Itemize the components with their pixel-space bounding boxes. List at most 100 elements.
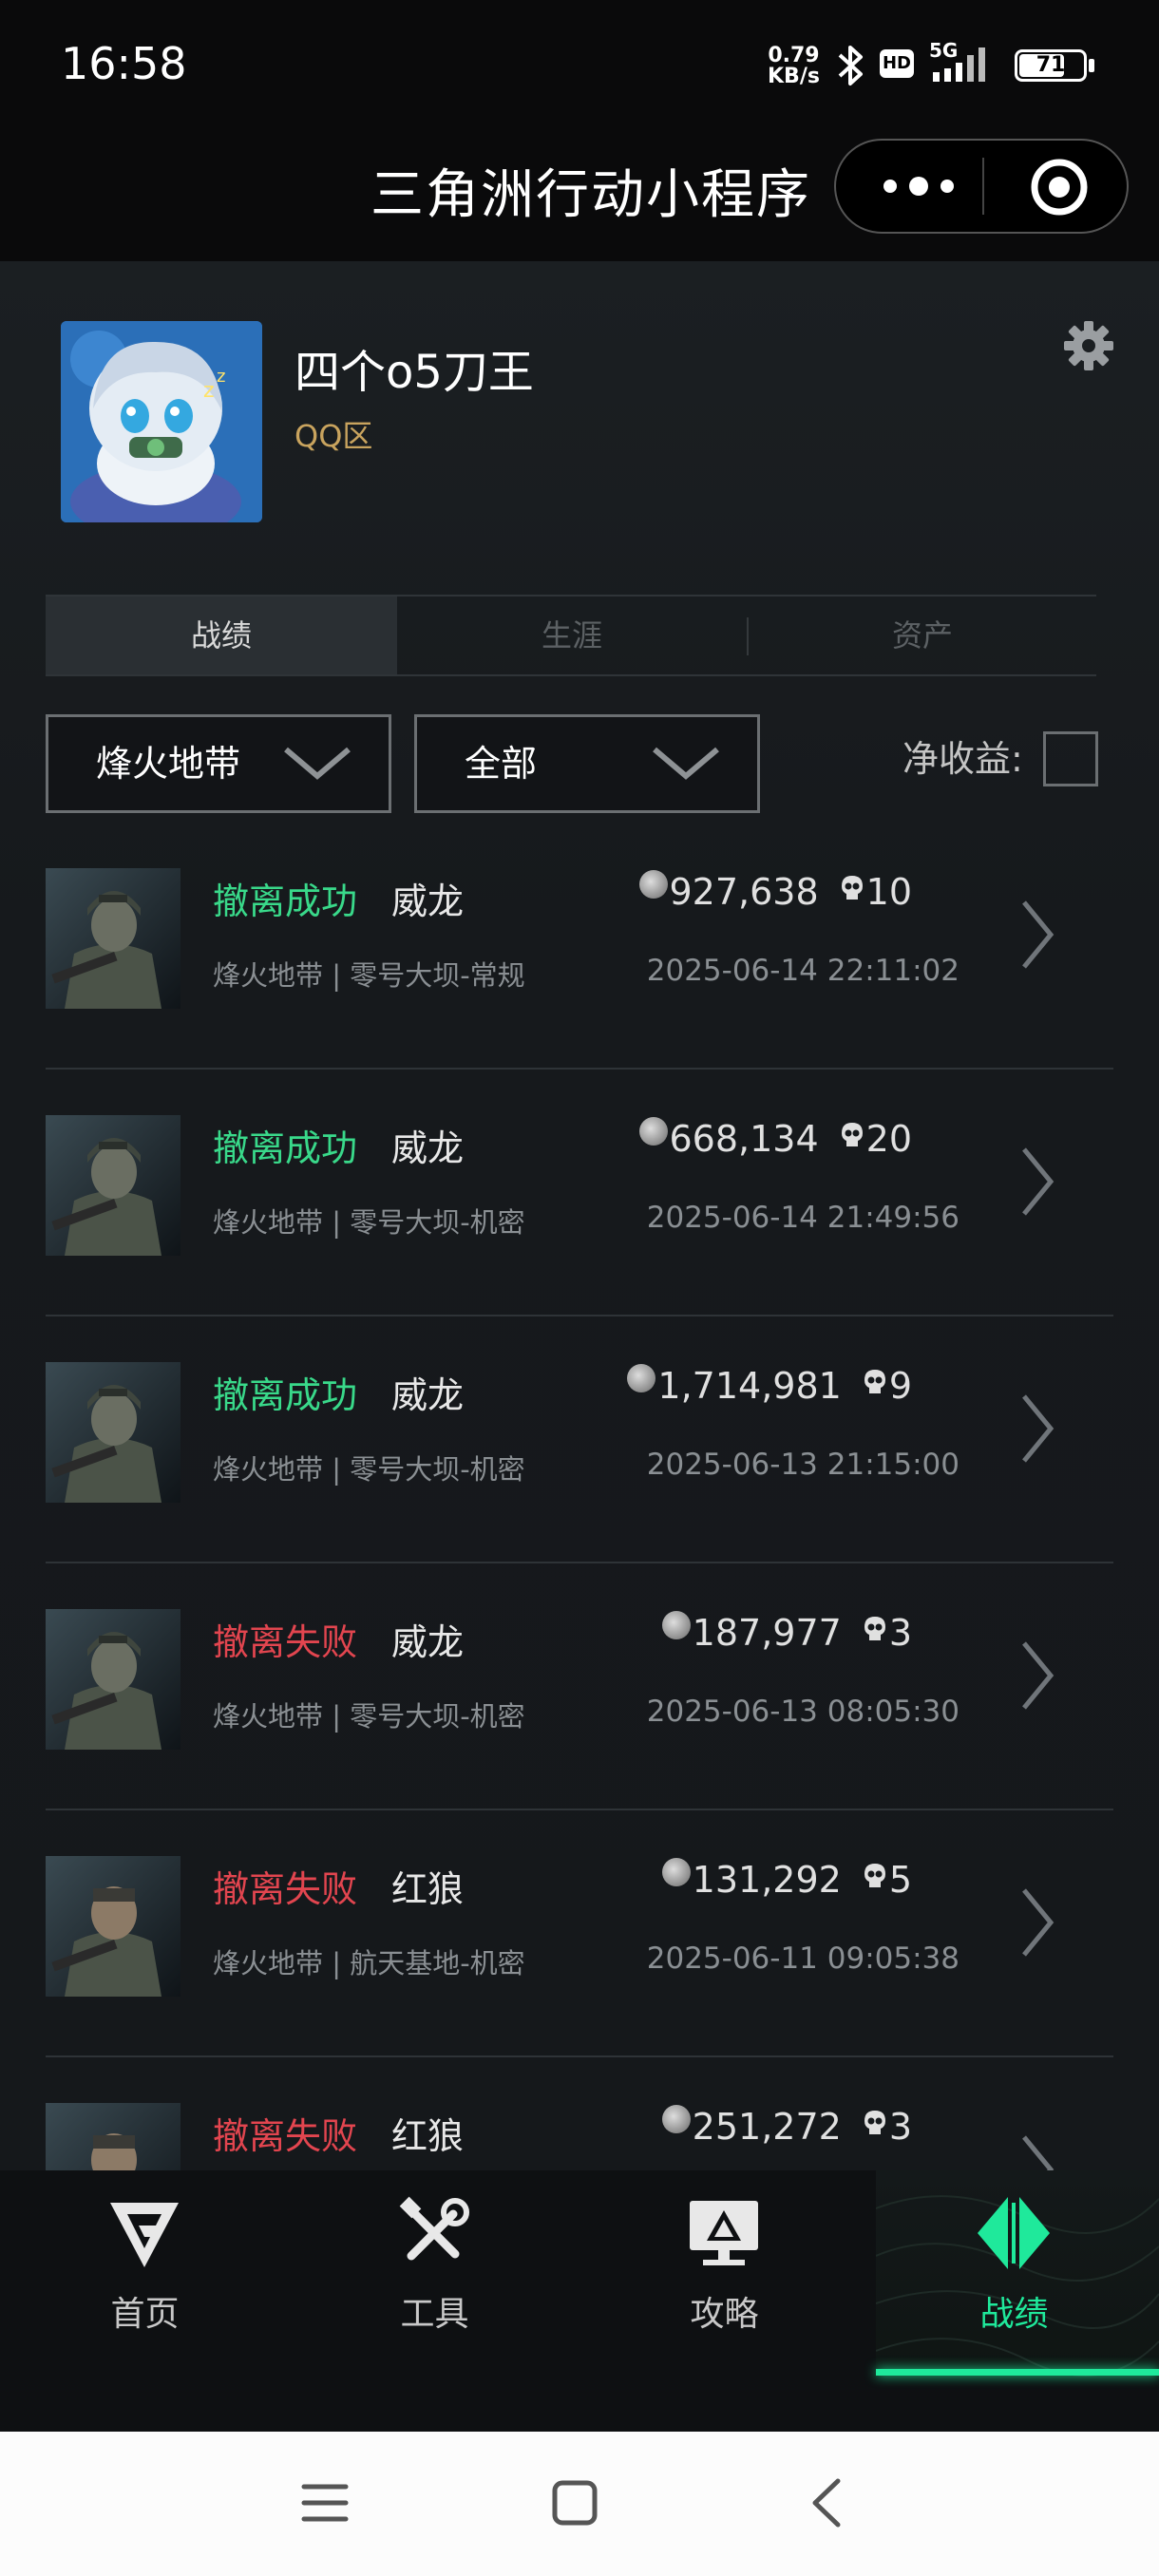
record-datetime: 2025-06-14 21:49:56 <box>646 1201 960 1235</box>
scope-dropdown[interactable]: 全部 <box>414 714 760 813</box>
operator-name: 红狼 <box>391 1868 465 1910</box>
net-income-checkbox[interactable] <box>1043 731 1098 786</box>
skull-icon <box>864 1864 885 1887</box>
operator-name: 威龙 <box>391 1621 465 1663</box>
mode-dropdown-value: 烽火地带 <box>96 743 241 785</box>
record-stats: 251,272 3 <box>661 2105 912 2148</box>
kill-count: 9 <box>888 1365 912 1407</box>
record-stats: 187,977 3 <box>661 1611 912 1654</box>
nav-tools[interactable]: 工具 <box>290 2170 580 2389</box>
chevron-right-icon <box>1022 1888 1054 1957</box>
record-row[interactable]: 撤离成功 威龙烽火地带 | 零号大坝-机密 668,134 20 2025-06-14 … <box>46 1070 1113 1316</box>
tab-career[interactable]: 生涯 <box>397 597 747 674</box>
kill-count: 20 <box>865 1118 912 1160</box>
skull-icon <box>864 2111 885 2134</box>
nav-guide-label: 攻略 <box>690 2295 759 2334</box>
menu-icon[interactable] <box>300 2479 350 2527</box>
nav-guide[interactable]: 攻略 <box>580 2170 869 2389</box>
record-datetime: 2025-06-14 22:11:02 <box>646 954 960 988</box>
target-close-icon[interactable] <box>1028 156 1091 218</box>
record-stats: 131,292 5 <box>661 1858 912 1901</box>
nav-active-underline <box>876 2369 1159 2376</box>
record-row[interactable]: 撤离失败 红狼烽火地带 | 航天基地-机密 131,292 5 2025-06-11 0… <box>46 1810 1113 2057</box>
chevron-right-icon <box>1022 1147 1054 1216</box>
skull-icon <box>841 1123 863 1146</box>
record-datetime: 2025-06-13 08:05:30 <box>646 1695 960 1729</box>
coin-icon <box>627 1364 656 1392</box>
region-label: QQ区 <box>294 418 373 454</box>
skull-icon <box>864 1617 885 1640</box>
operator-thumbnail <box>46 1609 180 1750</box>
mode-map: 烽火地带 | 航天基地-机密 <box>213 1947 525 1979</box>
bluetooth-icon <box>838 46 863 85</box>
record-datetime: 2025-06-11 09:05:38 <box>646 1941 960 1976</box>
extract-status: 撤离成功 <box>213 881 358 922</box>
record-row[interactable]: 撤离成功 威龙烽火地带 | 零号大坝-常规 927,638 10 2025-06-14 … <box>46 823 1113 1070</box>
mode-map: 烽火地带 | 零号大坝-常规 <box>213 959 525 992</box>
nav-home[interactable]: 首页 <box>0 2170 290 2389</box>
mode-dropdown[interactable]: 烽火地带 <box>46 714 391 813</box>
svg-text:z: z <box>217 367 225 387</box>
record-row[interactable]: 撤离成功 威龙 烽火地带 | 零号大坝-机密 1,714,981 9 2025-06-13… <box>46 1316 1113 1563</box>
mode-map: 烽火地带 | 零号大坝-机密 <box>213 1206 525 1239</box>
operator-name: 红狼 <box>391 2115 465 2157</box>
chevron-down-icon <box>653 747 719 780</box>
tab-assets[interactable]: 资产 <box>749 597 1096 674</box>
home-logo-icon <box>110 2203 179 2267</box>
battery-level: 71 <box>1036 53 1066 77</box>
extract-status: 撤离成功 <box>213 1127 358 1169</box>
extract-status: 撤离失败 <box>213 1868 358 1910</box>
money-value: 668,134 <box>669 1118 819 1160</box>
chevron-down-icon <box>284 747 351 780</box>
money-value: 131,292 <box>692 1859 842 1901</box>
nav-home-label: 首页 <box>110 2295 180 2334</box>
status-time: 16:58 <box>61 38 187 89</box>
net-income-label: 净收益: <box>902 738 1023 780</box>
operator-thumbnail <box>46 1115 180 1256</box>
nav-tools-label: 工具 <box>400 2295 469 2334</box>
operator-portrait <box>46 1609 180 1750</box>
capsule-divider <box>982 158 984 215</box>
operator-name: 威龙 <box>391 1127 465 1169</box>
operator-name: 威龙 <box>391 881 465 922</box>
net-speed-value: 0.79 <box>768 44 820 67</box>
hd-badge: HD <box>880 49 914 78</box>
operator-thumbnail <box>46 1362 180 1503</box>
network-type: 5G <box>929 40 958 62</box>
chevron-right-icon <box>1022 1641 1054 1710</box>
chevron-right-icon <box>1022 1394 1054 1463</box>
money-value: 1,714,981 <box>657 1365 842 1407</box>
nickname: 四个o5刀王 <box>294 346 534 399</box>
back-icon[interactable] <box>808 2477 846 2529</box>
chevron-right-icon <box>1022 900 1054 969</box>
record-icon <box>978 2197 1050 2269</box>
money-value: 251,272 <box>692 2106 842 2148</box>
record-row[interactable]: 撤离失败 威龙 烽火地带 | 零号大坝-机密 187,977 3 2025-06-13 0… <box>46 1563 1113 1810</box>
record-stats: 927,638 10 <box>638 870 912 913</box>
kill-count: 10 <box>865 871 912 913</box>
operator-portrait <box>46 1362 180 1503</box>
kill-count: 5 <box>888 1859 912 1901</box>
record-tabs: 战绩 生涯 资产 <box>46 595 1096 676</box>
coin-icon <box>661 2105 691 2133</box>
nav-records[interactable]: 战绩 <box>869 2170 1159 2389</box>
coin-icon <box>638 1117 668 1146</box>
operator-portrait <box>46 868 180 1009</box>
net-speed: 0.79 KB/s <box>768 46 820 87</box>
more-dots-icon[interactable] <box>876 163 961 209</box>
coin-icon <box>661 1858 691 1886</box>
mode-map: 烽火地带 | 零号大坝-机密 <box>213 1700 525 1733</box>
coin-icon <box>638 870 668 899</box>
skull-icon <box>841 876 863 900</box>
skull-icon <box>864 1370 885 1393</box>
tools-icon <box>399 2196 469 2261</box>
tab-record[interactable]: 战绩 <box>46 597 397 674</box>
home-square-icon[interactable] <box>551 2479 598 2527</box>
coin-icon <box>661 1611 691 1639</box>
net-speed-unit: KB/s <box>768 65 820 88</box>
avatar[interactable]: z z <box>61 321 262 522</box>
scope-dropdown-value: 全部 <box>465 743 538 785</box>
record-stats: 668,134 20 <box>638 1117 912 1160</box>
battery-icon: 71 <box>1015 49 1087 82</box>
gear-icon[interactable] <box>1062 319 1115 372</box>
